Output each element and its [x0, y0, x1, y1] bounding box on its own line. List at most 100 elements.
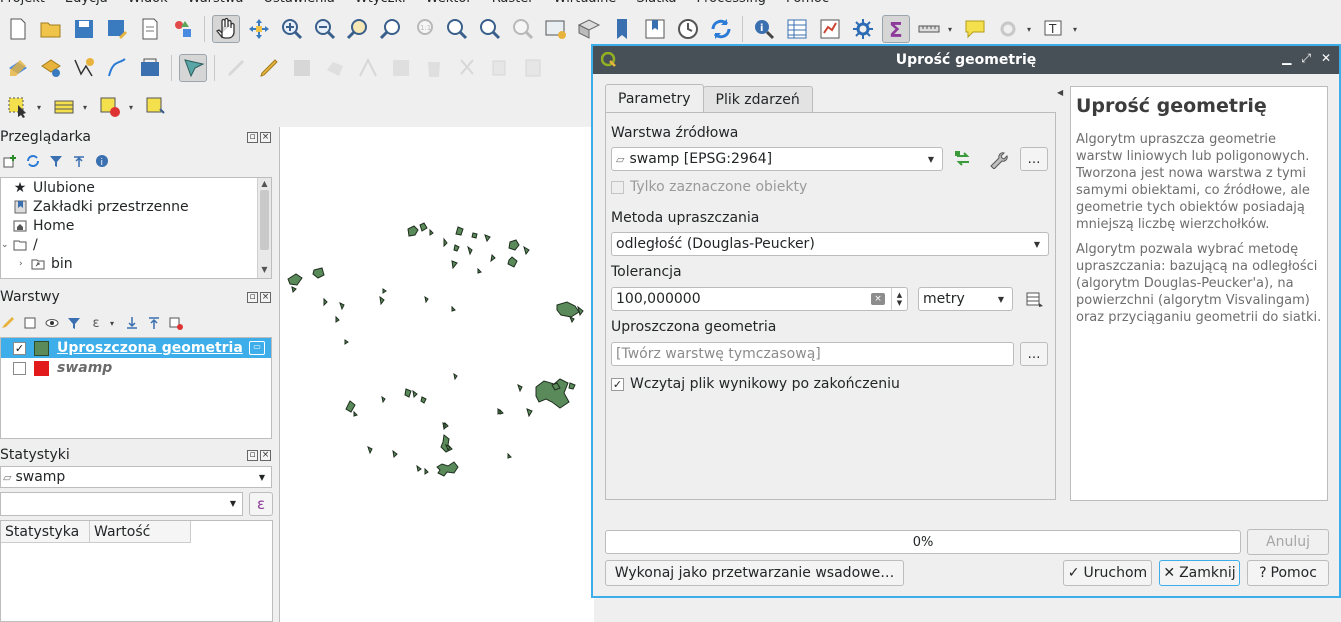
float-panel-icon[interactable]: ▫	[247, 291, 258, 303]
column-header-value[interactable]: Wartość	[90, 521, 191, 543]
float-panel-icon[interactable]: ▫	[247, 131, 258, 143]
print-layout-icon[interactable]	[136, 15, 164, 43]
select-features-icon[interactable]	[4, 93, 32, 121]
spin-arrows[interactable]: ▲ ▼	[891, 288, 907, 310]
tab-parameters[interactable]: Parametry	[605, 84, 704, 112]
close-icon[interactable]: ✕	[1321, 51, 1331, 66]
close-panel-icon[interactable]: ×	[260, 449, 271, 461]
tree-item-root[interactable]: ⌄ /	[1, 235, 271, 254]
menu-item[interactable]: Edycja	[65, 0, 108, 6]
menu-item[interactable]: Raster	[492, 0, 534, 6]
select-by-value-icon[interactable]	[50, 93, 78, 121]
digitize-curve-icon[interactable]	[103, 54, 131, 82]
open-project-icon[interactable]	[37, 15, 65, 43]
move-feature-icon[interactable]	[354, 54, 382, 82]
collapse-help-icon[interactable]: ◀	[1057, 88, 1063, 97]
paste-icon[interactable]	[519, 54, 547, 82]
browser-scrollbar[interactable]: ▲ ▼	[257, 178, 271, 278]
layer-symbol-swatch[interactable]	[34, 340, 49, 356]
toggle-editing-icon[interactable]	[37, 54, 65, 82]
expand-all-icon[interactable]	[124, 315, 140, 331]
zoom-in-icon[interactable]	[278, 15, 306, 43]
zoom-full-icon[interactable]	[344, 15, 372, 43]
zoom-layer-icon[interactable]	[443, 15, 471, 43]
unit-select[interactable]: metry ▼	[918, 287, 1013, 311]
toolbox-sigma-icon[interactable]: Σ	[882, 15, 910, 43]
batch-process-button[interactable]: Wykonaj jako przetwarzanie wsadowe…	[605, 560, 904, 586]
bookmarks-icon[interactable]	[641, 15, 669, 43]
filter-browser-icon[interactable]	[48, 153, 64, 169]
load-result-checkbox[interactable]: ✓ Wczytaj plik wynikowy po zakończeniu	[611, 376, 900, 392]
digitize-line-icon[interactable]	[70, 54, 98, 82]
tree-item-favorites[interactable]: ★ Ulubione	[1, 178, 271, 197]
info-icon[interactable]: i	[94, 153, 110, 169]
measure-icon[interactable]	[915, 15, 943, 43]
expression-filter-icon[interactable]: ε	[88, 315, 104, 331]
zoom-native-icon[interactable]: 1:1	[410, 15, 438, 43]
node-tool-icon[interactable]	[387, 54, 415, 82]
delete-selected-icon[interactable]	[420, 54, 448, 82]
source-browse-button[interactable]: …	[1020, 147, 1048, 171]
column-header-stat[interactable]: Statystyka	[1, 521, 90, 543]
attribute-table-icon[interactable]	[783, 15, 811, 43]
layer-visibility-checkbox[interactable]: ✓	[13, 341, 26, 355]
vertex-tool-icon[interactable]	[179, 54, 207, 82]
scroll-down-icon[interactable]: ▼	[258, 265, 271, 277]
maximize-icon[interactable]: ⤢	[1301, 51, 1311, 66]
tree-collapse-arrow[interactable]: ⌄	[1, 240, 11, 250]
tree-expand-arrow[interactable]: ›	[19, 259, 29, 269]
close-button[interactable]: ✕ Zamknij	[1159, 560, 1240, 586]
current-edits-icon[interactable]	[4, 54, 32, 82]
menu-item[interactable]: Pomoc	[786, 0, 829, 6]
collapse-all-icon[interactable]	[71, 153, 87, 169]
select-location-icon[interactable]	[142, 93, 170, 121]
output-input[interactable]: [Twórz warstwę tymczasową]	[611, 342, 1014, 366]
layer-item-swamp[interactable]: swamp	[1, 358, 271, 378]
style-layer-icon[interactable]	[0, 315, 16, 331]
menu-item[interactable]: Widok	[128, 0, 168, 6]
menu-item[interactable]: Wtyczki	[355, 0, 406, 6]
save-edits-icon[interactable]	[136, 54, 164, 82]
field-calculator-icon[interactable]	[816, 15, 844, 43]
add-feature-icon[interactable]	[321, 54, 349, 82]
data-defined-override-icon[interactable]	[1022, 287, 1046, 311]
remove-layer-icon[interactable]	[168, 315, 184, 331]
style-manager-icon[interactable]	[169, 15, 197, 43]
clear-icon[interactable]: ×	[871, 293, 885, 305]
minimize-icon[interactable]: ▁	[1282, 51, 1291, 66]
collapse-all-icon[interactable]	[146, 315, 162, 331]
close-panel-icon[interactable]: ×	[260, 291, 271, 303]
save-project-icon[interactable]	[70, 15, 98, 43]
zoom-out-icon[interactable]	[311, 15, 339, 43]
menu-item[interactable]: Wirtualne	[554, 0, 617, 6]
processing-settings-icon[interactable]	[849, 15, 877, 43]
tree-item-home[interactable]: Home	[1, 216, 271, 235]
save-layer-icon[interactable]	[288, 54, 316, 82]
menu-item[interactable]: Warstwa	[188, 0, 244, 6]
layer-symbol-swatch[interactable]	[34, 360, 49, 376]
new-map-view-icon[interactable]	[542, 15, 570, 43]
add-group-icon[interactable]	[22, 315, 38, 331]
pan-icon[interactable]	[212, 15, 240, 43]
help-button[interactable]: ? Pomoc	[1247, 560, 1329, 586]
menu-item[interactable]: Wektor	[426, 0, 472, 6]
gear-icon[interactable]	[994, 15, 1022, 43]
menu-item[interactable]: Processing	[697, 0, 766, 6]
map-tips-icon[interactable]	[961, 15, 989, 43]
map-canvas[interactable]	[279, 127, 594, 622]
wrench-settings-icon[interactable]	[986, 147, 1010, 171]
tolerance-input[interactable]: 100,000000 × ▲ ▼	[611, 287, 908, 311]
cut-icon[interactable]	[453, 54, 481, 82]
output-browse-button[interactable]: …	[1020, 342, 1048, 366]
filter-legend-icon[interactable]	[66, 315, 82, 331]
new-3d-view-icon[interactable]	[575, 15, 603, 43]
pencil-icon[interactable]	[255, 54, 283, 82]
source-layer-select[interactable]: ▱ swamp [EPSG:2964] ▼	[611, 147, 943, 171]
float-panel-icon[interactable]: ▫	[247, 449, 258, 461]
method-select[interactable]: odległość (Douglas-Peucker) ▼	[611, 232, 1049, 256]
run-button[interactable]: ✓ Uruchom	[1063, 560, 1152, 586]
bookmark-new-icon[interactable]	[608, 15, 636, 43]
menu-item[interactable]: Projekt	[0, 0, 45, 6]
refresh-icon[interactable]	[707, 15, 735, 43]
iterate-features-icon[interactable]	[951, 147, 975, 171]
